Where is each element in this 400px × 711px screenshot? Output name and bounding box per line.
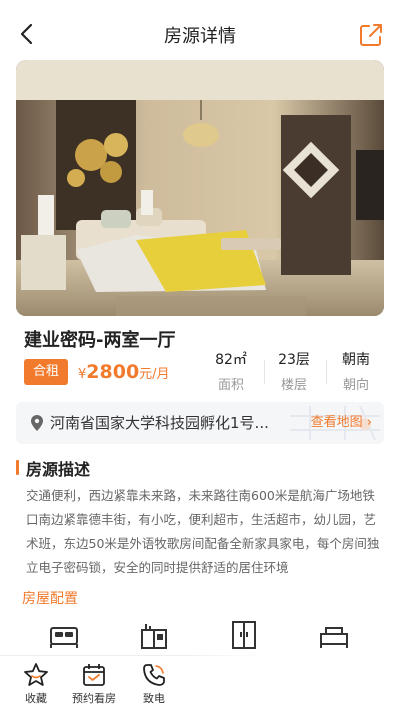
stat-value: 82㎡ — [215, 352, 247, 368]
address-bar[interactable]: 河南省国家大学科技园孵化1号... 查看地图 › — [16, 402, 384, 444]
favorite-button[interactable]: 收藏 — [4, 656, 68, 711]
price-value: 2800 — [86, 361, 140, 383]
top-bar: 房源详情 — [0, 0, 400, 64]
bed-icon — [50, 627, 78, 648]
config-title: 房屋配置 — [22, 591, 78, 607]
stat-area: 82㎡ 面积 — [203, 350, 259, 393]
section-accent-bar — [16, 460, 19, 475]
stat-orientation: 朝南 朝向 — [328, 350, 384, 393]
price: ¥2800元/月 — [78, 359, 170, 385]
call-button[interactable]: 致电 — [122, 656, 186, 711]
divider — [326, 360, 327, 384]
tab-label: 预约看房 — [72, 692, 116, 705]
book-viewing-button[interactable]: 预约看房 — [62, 656, 126, 711]
description-text: 交通便利，西边紧靠未来路，未来路往南600米是航海广场地铁口南边紧靠德丰街，有小… — [26, 488, 380, 575]
kitchen-icon — [141, 624, 167, 649]
address-text: 河南省国家大学科技园孵化1号... — [50, 414, 269, 432]
calendar-icon — [83, 664, 105, 686]
phone-icon — [143, 664, 165, 686]
share-icon[interactable] — [358, 22, 384, 48]
house-photo[interactable] — [16, 60, 384, 316]
price-unit: 元/月 — [139, 367, 170, 382]
sofa-icon — [320, 627, 348, 648]
section-title: 房源描述 — [26, 460, 91, 479]
rent-type-badge: 合租 — [24, 359, 68, 385]
stat-floor: 23层 楼层 — [266, 350, 322, 393]
tab-label: 收藏 — [25, 692, 47, 705]
page-title: 房源详情 — [164, 26, 236, 47]
tab-label: 致电 — [143, 692, 165, 705]
divider — [264, 360, 265, 384]
view-map-link[interactable]: 查看地图 › — [311, 402, 372, 444]
stat-label: 朝向 — [342, 378, 369, 393]
house-title: 建业密码-两室一厅 — [24, 330, 176, 351]
stat-label: 楼层 — [280, 378, 307, 393]
location-pin-icon — [31, 415, 43, 431]
stat-value: 23层 — [278, 352, 310, 368]
stat-value: 朝南 — [342, 352, 370, 368]
stat-label: 面积 — [217, 378, 244, 393]
star-icon — [24, 663, 48, 686]
bottom-fade — [180, 655, 400, 711]
wardrobe-icon — [232, 621, 256, 649]
